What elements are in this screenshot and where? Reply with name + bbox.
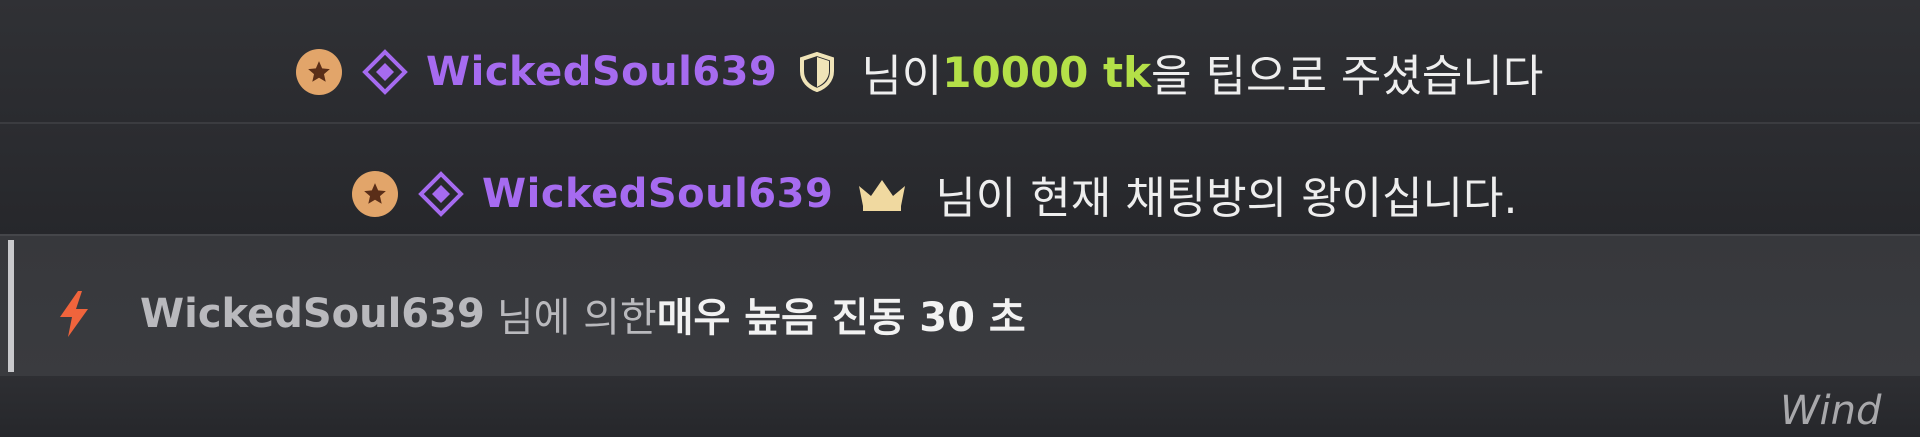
star-badge-icon: [296, 49, 342, 95]
message-text: 님이 현재 채팅방의 왕이십니다.: [935, 173, 1518, 224]
message-text-pre: 님이: [861, 51, 943, 102]
diamond-icon: [362, 49, 408, 95]
king-message: WickedSoul639 님이 현재 채팅방의 왕이십니다.: [352, 166, 1518, 224]
vibration-detail: 매우 높음 진동 30 초: [656, 295, 1026, 341]
tip-message: WickedSoul639 님이 10000 tk 을 팁으로 주셨습니다: [296, 44, 1543, 102]
tip-amount: 10000 tk: [942, 47, 1152, 97]
diamond-icon: [418, 171, 464, 217]
highlight-bar: [8, 240, 14, 372]
message-text-post: 을 팁으로 주셨습니다: [1151, 51, 1544, 102]
message-text-pre: 님에 의한: [496, 295, 657, 341]
username[interactable]: WickedSoul639: [426, 49, 777, 95]
crown-icon: [855, 176, 909, 212]
windows-watermark: Wind: [1780, 388, 1882, 434]
username[interactable]: WickedSoul639: [482, 171, 833, 217]
chat-row-empty: [0, 376, 1920, 437]
username[interactable]: WickedSoul639: [140, 291, 485, 337]
lightning-icon: [56, 291, 92, 337]
vibration-message: WickedSoul639 님에 의한 매우 높음 진동 30 초: [56, 286, 1026, 342]
star-badge-icon: [352, 171, 398, 217]
shield-icon: [799, 51, 835, 93]
